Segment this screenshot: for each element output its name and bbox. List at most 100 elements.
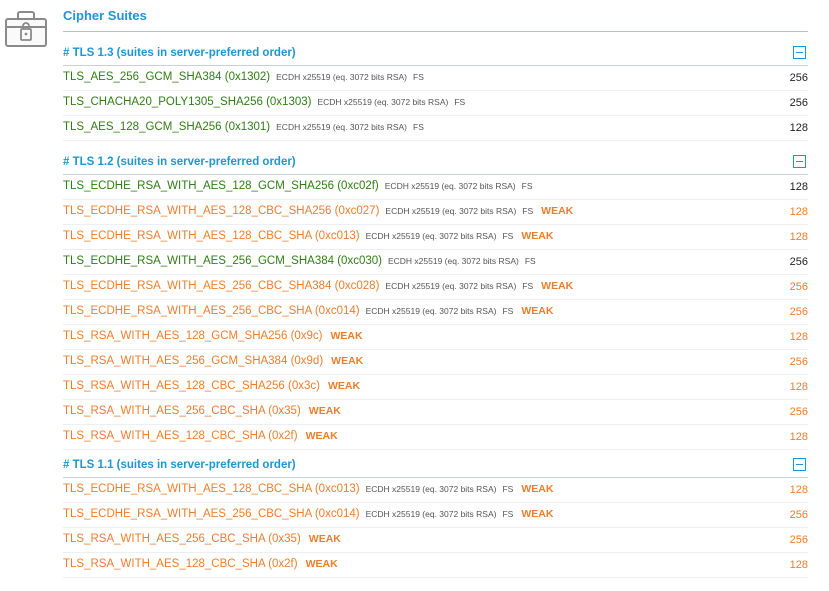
key-bits: 128 [789, 181, 808, 193]
cipher-code: (0xc027) [334, 205, 380, 217]
forward-secrecy-flag: FS [454, 97, 466, 107]
key-exchange: ECDH x25519 (eq. 3072 bits RSA) [385, 206, 517, 216]
forward-secrecy-flag: FS [413, 72, 424, 82]
cipher-name: TLS_RSA_WITH_AES_256_CBC_SHA [63, 405, 265, 417]
weak-badge: WEAK [330, 330, 363, 342]
cipher-code: (0x1301) [224, 121, 271, 133]
key-bits: 128 [789, 206, 808, 218]
key-exchange: ECDH x25519 (eq. 3072 bits RSA) [317, 97, 449, 107]
cipher-suite: TLS_RSA_WITH_AES_256_GCM_SHA384 (0x9d) WE… [63, 355, 363, 367]
cipher-suite: TLS_ECDHE_RSA_WITH_AES_128_GCM_SHA256 (0… [63, 180, 533, 192]
cipher-row: TLS_CHACHA20_POLY1305_SHA256 (0x1303) ECD… [63, 91, 808, 116]
cipher-row: TLS_ECDHE_RSA_WITH_AES_128_CBC_SHA (0xc0… [63, 478, 808, 503]
key-exchange: ECDH x25519 (eq. 3072 bits RSA) [365, 306, 497, 316]
key-bits: 128 [789, 431, 808, 443]
key-exchange: ECDH x25519 (eq. 3072 bits RSA) [365, 509, 497, 519]
cipher-name: TLS_RSA_WITH_AES_128_CBC_SHA [63, 558, 265, 570]
weak-badge: WEAK [308, 533, 341, 545]
cipher-name: TLS_ECDHE_RSA_WITH_AES_256_CBC_SHA384 [63, 280, 332, 292]
cipher-suite: TLS_RSA_WITH_AES_256_CBC_SHA (0x35) WEAK [63, 405, 341, 417]
cipher-code: (0x9d) [290, 355, 324, 367]
key-bits: 256 [789, 256, 808, 268]
cipher-suite: TLS_AES_128_GCM_SHA256 (0x1301) ECDH x255… [63, 121, 424, 133]
collapse-minus-icon[interactable] [793, 46, 806, 59]
cipher-row: TLS_ECDHE_RSA_WITH_AES_128_CBC_SHA (0xc0… [63, 225, 808, 250]
key-bits: 256 [789, 406, 808, 418]
collapse-minus-icon[interactable] [793, 155, 806, 168]
cipher-code: (0xc014) [314, 305, 360, 317]
key-bits: 256 [789, 534, 808, 546]
forward-secrecy-flag: FS [502, 306, 514, 316]
cipher-code: (0xc030) [337, 255, 382, 267]
cipher-suite: TLS_ECDHE_RSA_WITH_AES_256_CBC_SHA (0xc0… [63, 508, 553, 520]
cipher-code: (0x1302) [224, 71, 271, 83]
cipher-code: (0xc02f) [337, 180, 379, 192]
cipher-name: TLS_ECDHE_RSA_WITH_AES_128_CBC_SHA [63, 483, 312, 495]
cipher-row: TLS_ECDHE_RSA_WITH_AES_128_CBC_SHA256 (0… [63, 200, 808, 225]
key-exchange: ECDH x25519 (eq. 3072 bits RSA) [276, 122, 408, 132]
cipher-suite: TLS_ECDHE_RSA_WITH_AES_128_CBC_SHA (0xc0… [63, 483, 553, 495]
key-bits: 256 [789, 306, 808, 318]
cipher-name: TLS_RSA_WITH_AES_256_GCM_SHA384 [63, 355, 288, 367]
forward-secrecy-flag: FS [524, 256, 536, 266]
cipher-name: TLS_ECDHE_RSA_WITH_AES_128_GCM_SHA256 [63, 180, 335, 192]
section-tls12: # TLS 1.2 (suites in server-preferred or… [63, 150, 808, 450]
cipher-suite: TLS_ECDHE_RSA_WITH_AES_128_CBC_SHA (0xc0… [63, 230, 553, 242]
weak-badge: WEAK [305, 558, 338, 570]
key-exchange: ECDH x25519 (eq. 3072 bits RSA) [387, 256, 519, 266]
cipher-name: TLS_AES_128_GCM_SHA256 [63, 121, 222, 133]
key-bits: 128 [789, 122, 808, 134]
cipher-row: TLS_ECDHE_RSA_WITH_AES_256_CBC_SHA (0xc0… [63, 503, 808, 528]
cipher-row: TLS_ECDHE_RSA_WITH_AES_256_CBC_SHA384 (0… [63, 275, 808, 300]
cipher-row: TLS_RSA_WITH_AES_128_CBC_SHA (0x2f) WEAK 1… [63, 553, 808, 578]
forward-secrecy-flag: FS [502, 509, 514, 519]
collapse-minus-icon[interactable] [793, 458, 806, 471]
weak-badge: WEAK [521, 230, 554, 242]
cipher-code: (0x35) [268, 533, 301, 545]
cipher-suite: TLS_ECDHE_RSA_WITH_AES_128_CBC_SHA256 (0… [63, 205, 573, 217]
key-exchange: ECDH x25519 (eq. 3072 bits RSA) [276, 72, 408, 82]
cipher-name: TLS_RSA_WITH_AES_256_CBC_SHA [63, 533, 265, 545]
weak-badge: WEAK [308, 405, 341, 417]
cipher-suite: TLS_RSA_WITH_AES_128_GCM_SHA256 (0x9c) WE… [63, 330, 363, 342]
cipher-name: TLS_CHACHA20_POLY1305_SHA256 [63, 96, 263, 108]
forward-secrecy-flag: FS [522, 206, 534, 216]
lock-icon [5, 11, 47, 47]
cipher-code: (0x2f) [268, 558, 298, 570]
cipher-name: TLS_ECDHE_RSA_WITH_AES_256_CBC_SHA [63, 305, 312, 317]
cipher-code: (0x35) [268, 405, 301, 417]
cipher-code: (0x3c) [288, 380, 320, 392]
key-bits: 256 [789, 97, 808, 109]
forward-secrecy-flag: FS [522, 281, 534, 291]
cipher-name: TLS_ECDHE_RSA_WITH_AES_256_GCM_SHA384 [63, 255, 335, 267]
key-bits: 256 [789, 356, 808, 368]
cipher-name: TLS_AES_256_GCM_SHA384 [63, 71, 222, 83]
cipher-code: (0xc014) [314, 508, 360, 520]
cipher-row: TLS_RSA_WITH_AES_128_GCM_SHA256 (0x9c) WE… [63, 325, 808, 350]
cipher-row: TLS_AES_128_GCM_SHA256 (0x1301) ECDH x255… [63, 116, 808, 141]
cipher-row: TLS_AES_256_GCM_SHA384 (0x1302) ECDH x255… [63, 66, 808, 91]
key-bits: 128 [789, 381, 808, 393]
key-exchange: ECDH x25519 (eq. 3072 bits RSA) [365, 484, 497, 494]
key-exchange: ECDH x25519 (eq. 3072 bits RSA) [385, 281, 517, 291]
section-header: # TLS 1.2 (suites in server-preferred or… [63, 150, 808, 175]
cipher-suite: TLS_AES_256_GCM_SHA384 (0x1302) ECDH x255… [63, 71, 424, 83]
cipher-suite: TLS_RSA_WITH_AES_128_CBC_SHA (0x2f) WEAK [63, 558, 338, 570]
section-title: # TLS 1.2 (suites in server-preferred or… [63, 156, 296, 168]
cipher-suite: TLS_ECDHE_RSA_WITH_AES_256_GCM_SHA384 (0… [63, 255, 536, 267]
forward-secrecy-flag: FS [413, 122, 424, 132]
key-exchange: ECDH x25519 (eq. 3072 bits RSA) [384, 181, 516, 191]
section-title: # TLS 1.1 (suites in server-preferred or… [63, 459, 296, 471]
cipher-row: TLS_RSA_WITH_AES_128_CBC_SHA (0x2f) WEAK 1… [63, 425, 808, 450]
page-title: Cipher Suites [63, 8, 147, 23]
cipher-code: (0xc013) [314, 230, 360, 242]
key-bits: 128 [789, 559, 808, 571]
cipher-suite: TLS_ECDHE_RSA_WITH_AES_256_CBC_SHA384 (0… [63, 280, 573, 292]
cipher-name: TLS_ECDHE_RSA_WITH_AES_128_CBC_SHA [63, 230, 312, 242]
cipher-code: (0x9c) [290, 330, 323, 342]
cipher-code: (0x1303) [266, 96, 312, 108]
section-header: # TLS 1.3 (suites in server-preferred or… [63, 41, 808, 66]
weak-badge: WEAK [521, 483, 554, 495]
weak-badge: WEAK [541, 205, 574, 217]
forward-secrecy-flag: FS [502, 484, 514, 494]
